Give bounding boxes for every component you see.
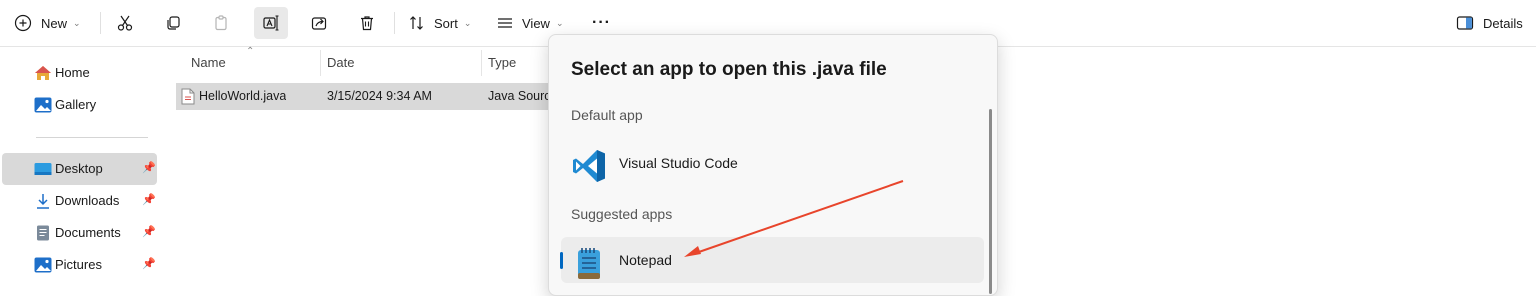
column-separator[interactable] [320, 50, 321, 76]
dialog-scrollbar[interactable] [989, 109, 992, 294]
new-label: New [41, 15, 68, 31]
sidebar-item-label: Gallery [55, 97, 97, 112]
sort-ascending-icon: ⌃ [246, 46, 255, 57]
pin-icon[interactable]: 📌 [142, 225, 156, 238]
sidebar-item-label: Home [55, 65, 90, 80]
home-icon [35, 66, 51, 80]
copy-icon [167, 16, 180, 30]
chevron-down-icon: ⌄ [73, 17, 81, 28]
notepad-icon [578, 248, 600, 279]
pin-icon[interactable]: 📌 [142, 161, 156, 174]
sidebar-item-gallery[interactable]: Gallery [2, 89, 157, 121]
column-separator[interactable] [481, 50, 482, 76]
rename-icon [263, 15, 279, 31]
rename-button[interactable] [254, 7, 288, 39]
sort-button[interactable]: Sort ⌄ [408, 7, 471, 39]
sidebar-item-documents[interactable]: Documents 📌 [2, 217, 157, 249]
column-header-name[interactable]: Name [191, 55, 226, 70]
view-lines-icon [498, 18, 512, 28]
app-option-vscode[interactable]: Visual Studio Code [561, 140, 984, 186]
pin-icon[interactable]: 📌 [142, 257, 156, 270]
default-app-heading: Default app [571, 107, 643, 123]
gallery-icon [34, 97, 52, 113]
open-with-dialog: Select an app to open this .java file De… [548, 34, 998, 296]
sidebar-item-label: Documents [55, 225, 121, 240]
paste-icon [215, 15, 227, 31]
sidebar-item-label: Downloads [55, 193, 120, 208]
more-icon: ··· [592, 14, 611, 31]
toolbar-divider [394, 12, 395, 34]
copy-button[interactable] [164, 7, 182, 39]
sidebar-item-label: Desktop [55, 161, 103, 176]
toolbar-divider [100, 12, 101, 34]
sidebar-divider [36, 137, 148, 138]
details-button[interactable]: Details [1456, 7, 1523, 39]
file-name: HelloWorld.java [199, 89, 287, 103]
cut-button[interactable] [116, 7, 134, 39]
java-file-icon [181, 88, 195, 105]
file-date: 3/15/2024 9:34 AM [327, 89, 432, 103]
sidebar-item-desktop[interactable]: Desktop 📌 [2, 153, 157, 185]
vscode-icon [573, 150, 605, 182]
plus-circle-icon [14, 14, 32, 32]
file-type: Java Source [488, 89, 556, 103]
pictures-icon [34, 257, 52, 273]
sidebar-item-home[interactable]: Home [2, 57, 157, 89]
desktop-icon [34, 163, 52, 175]
sidebar-item-pictures[interactable]: Pictures 📌 [2, 249, 157, 281]
column-header-type[interactable]: Type [488, 55, 516, 70]
column-header-date[interactable]: Date [327, 55, 354, 70]
app-label: Notepad [619, 252, 672, 268]
table-row[interactable]: HelloWorld.java 3/15/2024 9:34 AM Java S… [176, 83, 556, 110]
sidebar-item-label: Pictures [55, 257, 102, 272]
sidebar-item-downloads[interactable]: Downloads 📌 [2, 185, 157, 217]
pin-icon[interactable]: 📌 [142, 193, 156, 206]
share-button[interactable] [310, 7, 328, 39]
dialog-title: Select an app to open this .java file [571, 59, 887, 80]
selection-indicator [560, 252, 563, 269]
view-label: View [522, 15, 550, 31]
trash-icon [361, 16, 373, 31]
scissors-icon [117, 15, 133, 31]
delete-button[interactable] [358, 7, 376, 39]
chevron-down-icon: ⌄ [555, 17, 564, 28]
sort-icon [410, 16, 423, 30]
suggested-apps-heading: Suggested apps [571, 206, 673, 222]
details-pane-icon [1456, 16, 1474, 30]
share-icon [311, 17, 327, 30]
app-label: Visual Studio Code [619, 155, 738, 171]
new-button[interactable]: New ⌄ [14, 7, 81, 39]
app-option-notepad[interactable]: Notepad [560, 237, 984, 283]
sort-label: Sort [434, 15, 458, 31]
details-label: Details [1483, 15, 1523, 31]
chevron-down-icon: ⌄ [463, 17, 472, 28]
download-icon [37, 194, 49, 209]
documents-icon [37, 225, 49, 241]
paste-button[interactable] [212, 7, 230, 39]
